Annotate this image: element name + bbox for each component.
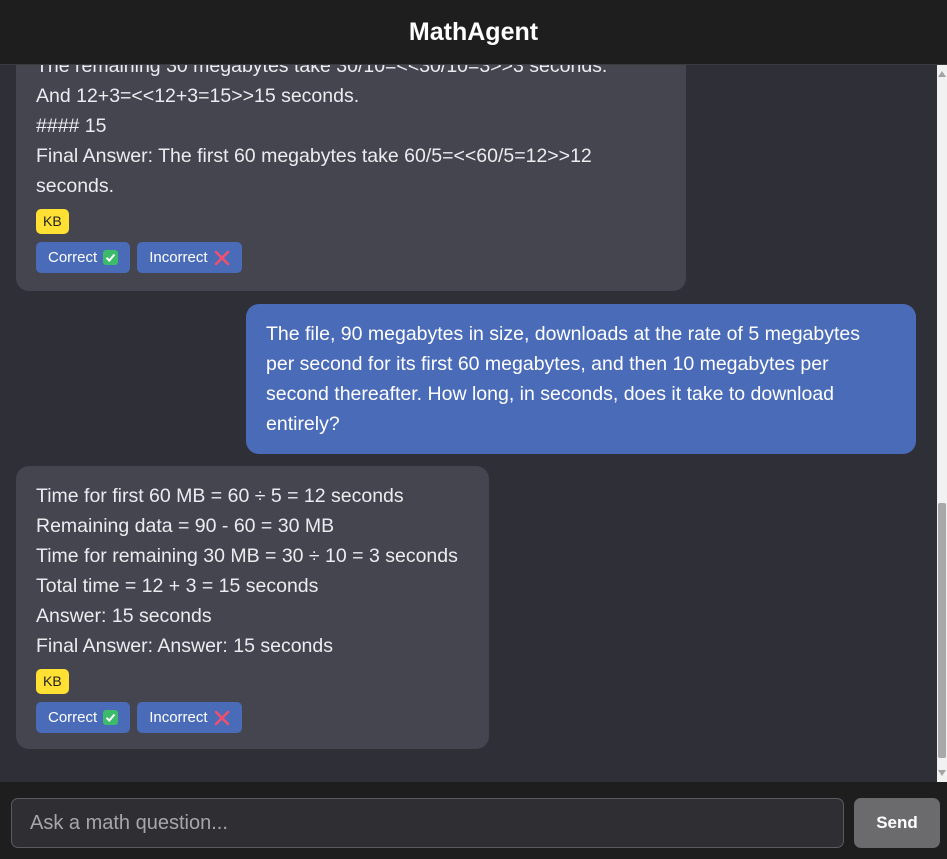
message-line: seconds. [36,175,115,197]
question-input[interactable] [11,798,844,848]
app-title: MathAgent [408,17,539,46]
x-icon [214,250,230,266]
message-line: The file, 90 megabytes in size, download… [266,323,861,345]
bot-message: Time for first 60 MB = 60 ÷ 5 = 12 secon… [16,466,489,749]
check-icon [103,250,119,265]
app-header: MathAgent [0,0,947,65]
message-line: And 12+3=<<12+3=15>>15 seconds. [36,85,360,107]
correct-button[interactable]: Correct [36,242,131,273]
message-line: Time for remaining 30 MB = 30 ÷ 10 = 3 s… [36,545,458,567]
chat-history: The remaining 30 megabytes take 30/10=<<… [0,65,937,782]
message-line: The remaining 30 megabytes take 30/10=<<… [36,65,608,77]
message-line: #### 15 [36,115,107,137]
incorrect-button-label: Incorrect [149,249,208,266]
user-message: The file, 90 megabytes in size, download… [246,304,916,454]
incorrect-button[interactable]: Incorrect [137,242,242,273]
feedback-actions: Correct Incorrect [36,702,469,733]
message-line: Final Answer: Answer: 15 seconds [36,635,333,657]
correct-button-label: Correct [48,709,98,726]
correct-button[interactable]: Correct [36,702,131,733]
x-icon [214,710,230,726]
scroll-up-arrow-icon[interactable] [938,71,946,77]
message-line: Answer: 15 seconds [36,605,212,627]
check-icon [103,710,119,725]
incorrect-button-label: Incorrect [149,709,208,726]
kb-badge: KB [36,669,69,694]
correct-button-label: Correct [48,249,98,266]
chat-scrollbar[interactable] [937,65,947,782]
message-line: per second for its first 60 megabytes, a… [266,353,829,375]
feedback-actions: Correct Incorrect [36,242,666,273]
scrollbar-thumb[interactable] [938,503,946,758]
message-line: Remaining data = 90 - 60 = 30 MB [36,515,335,537]
kb-badge: KB [36,209,69,234]
message-line: entirely? [266,413,340,435]
message-line: Total time = 12 + 3 = 15 seconds [36,575,319,597]
message-line: second thereafter. How long, in seconds,… [266,383,835,405]
incorrect-button[interactable]: Incorrect [137,702,242,733]
scroll-down-arrow-icon[interactable] [938,770,946,776]
message-line: Final Answer: The first 60 megabytes tak… [36,145,592,167]
message-line: Time for first 60 MB = 60 ÷ 5 = 12 secon… [36,485,404,507]
bot-message: The remaining 30 megabytes take 30/10=<<… [16,65,686,291]
send-button[interactable]: Send [854,798,940,848]
input-bar: Send [0,782,947,859]
